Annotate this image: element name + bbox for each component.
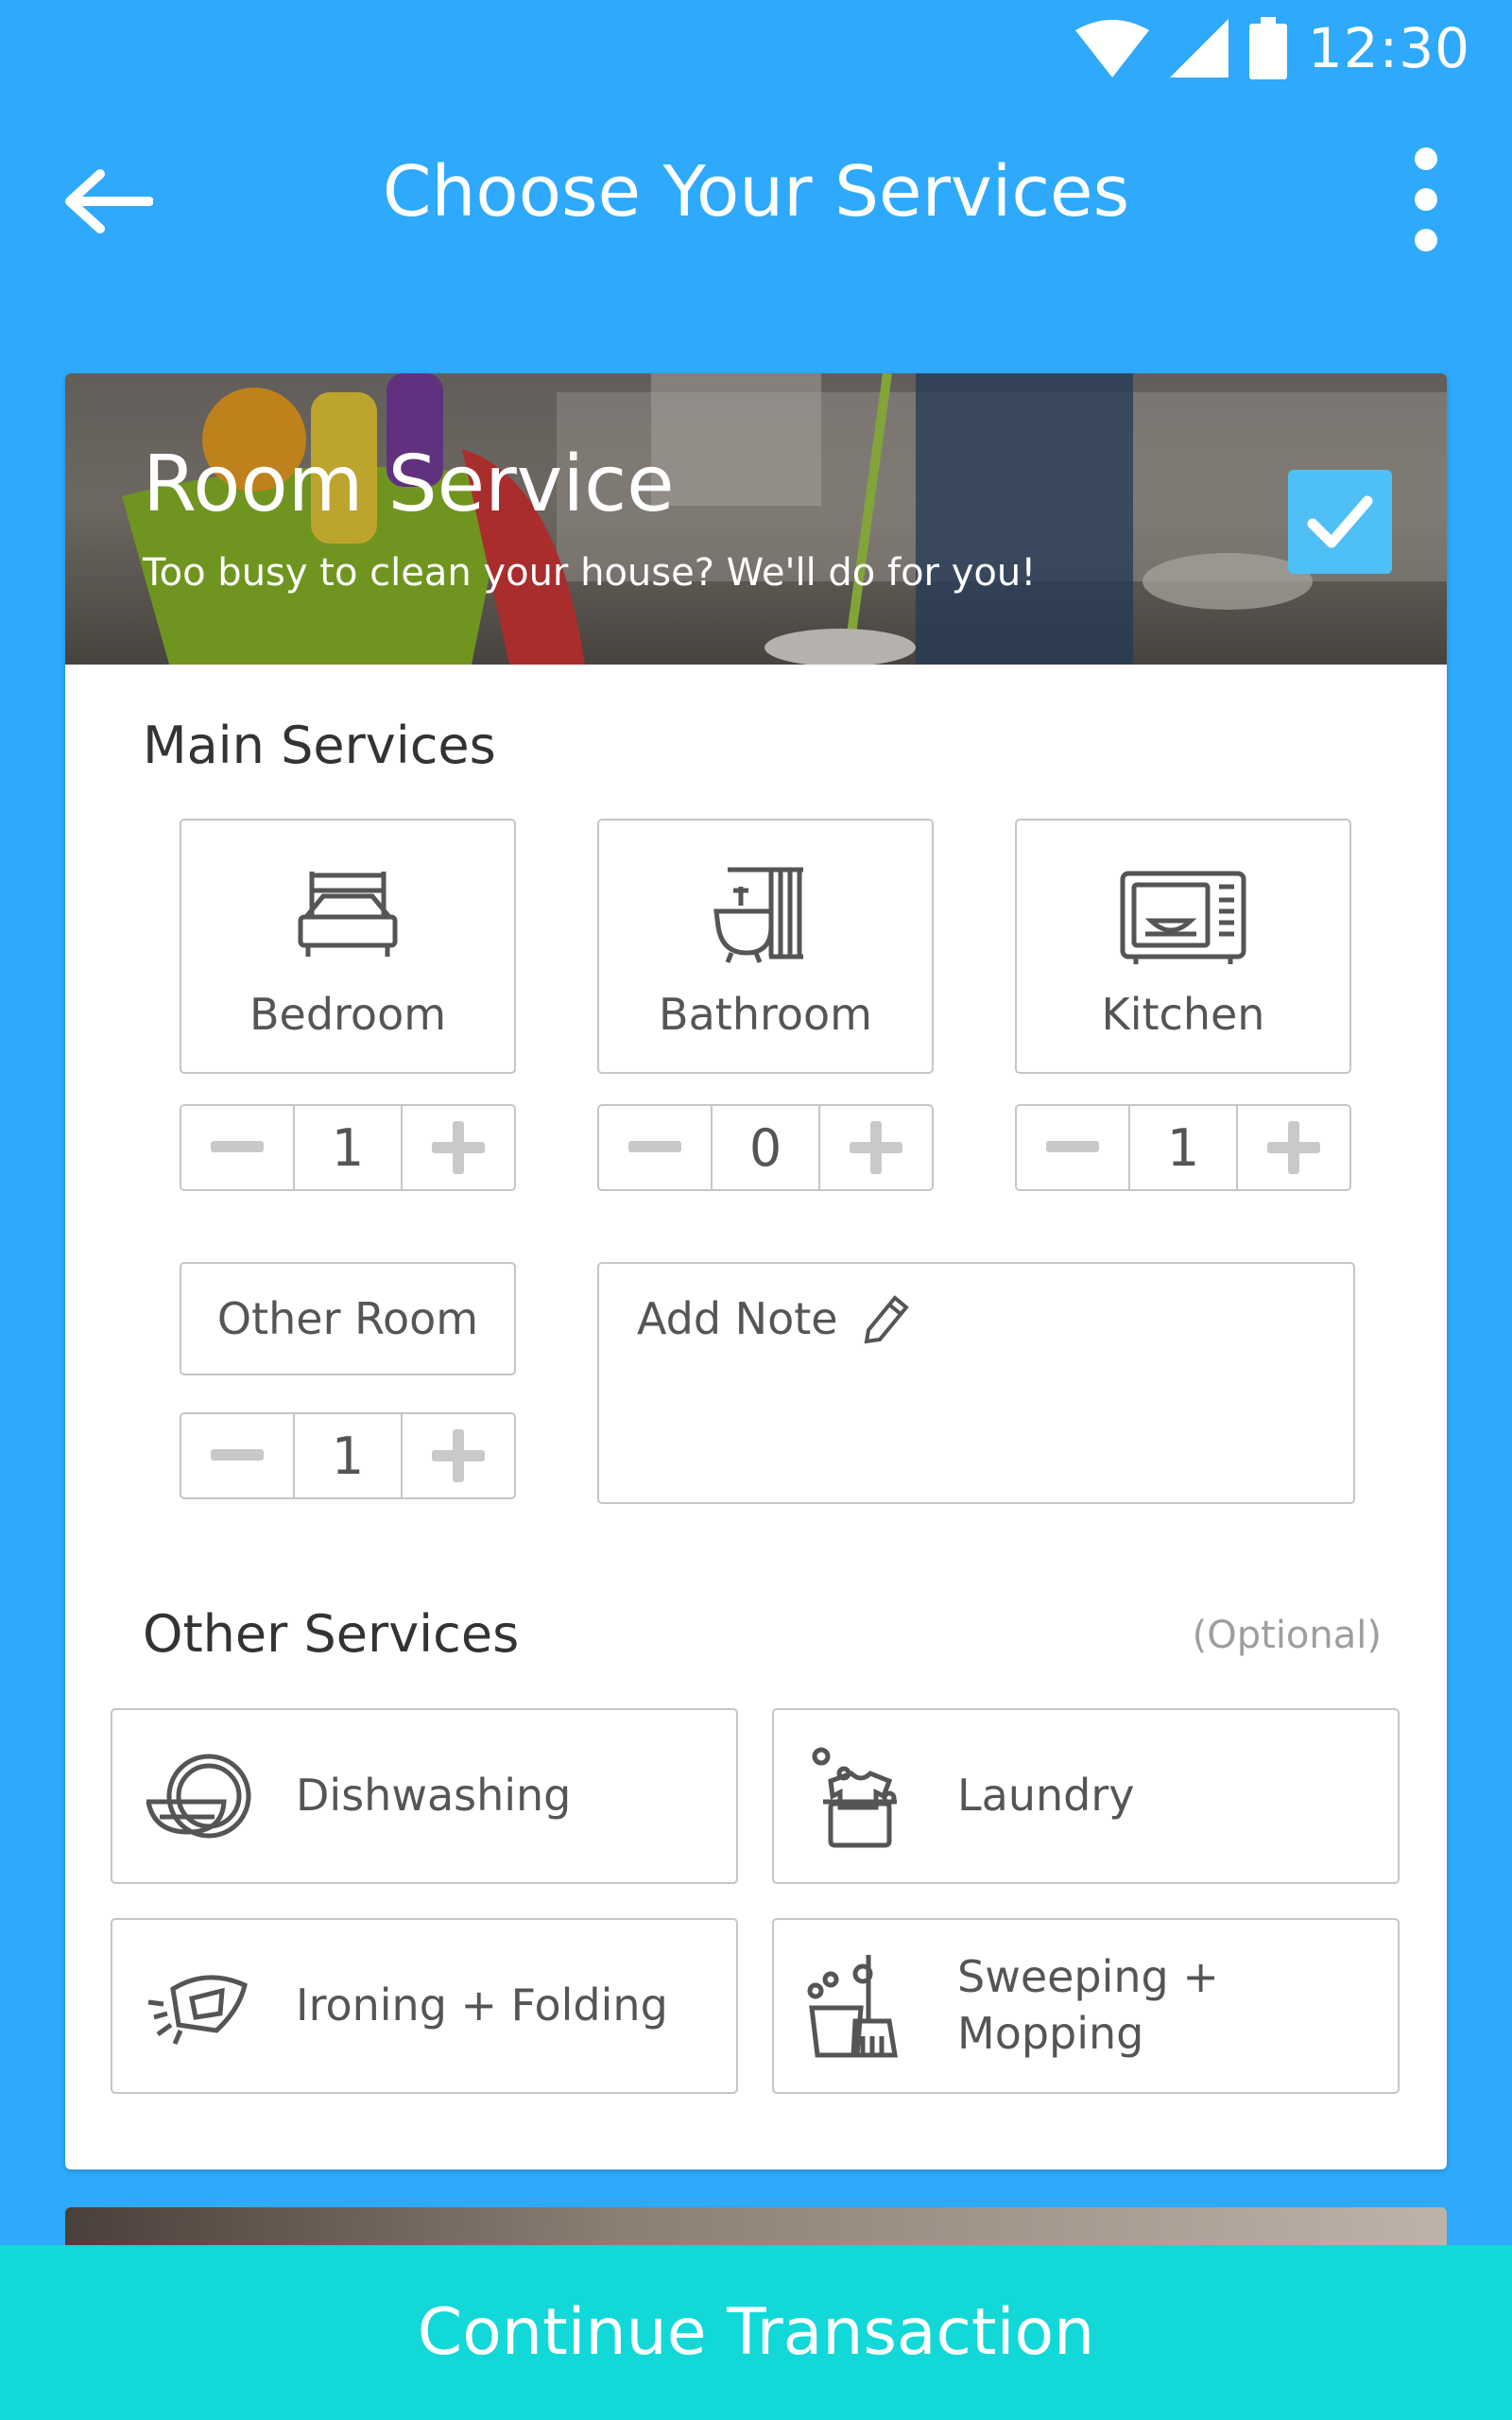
status-time: 12:30: [1307, 16, 1470, 80]
checkmark-icon: [1307, 495, 1373, 548]
bedroom-tile[interactable]: Bedroom: [180, 819, 516, 1074]
room-service-card: Room Service Too busy to clean your hous…: [65, 373, 1447, 2169]
service-sweeping-mopping[interactable]: Sweeping + Mopping: [772, 1918, 1400, 2094]
status-bar: 12:30: [0, 0, 1512, 95]
wifi-icon: [1074, 20, 1149, 78]
menu-dot: [1415, 188, 1437, 211]
room-service-subtitle: Too busy to clean your house? We'll do f…: [143, 551, 1037, 595]
other-room-count: 1: [293, 1414, 403, 1497]
cellular-signal-icon: [1169, 19, 1228, 78]
bathroom-decrement-button[interactable]: [599, 1106, 711, 1189]
plus-icon: [432, 1429, 485, 1482]
laundry-icon: [812, 1747, 897, 1848]
other-room-decrement-button[interactable]: [181, 1414, 293, 1497]
menu-dot: [1415, 229, 1437, 251]
room-service-header[interactable]: Room Service Too busy to clean your hous…: [65, 373, 1447, 665]
kitchen-label: Kitchen: [1101, 989, 1265, 1040]
minus-icon: [628, 1141, 681, 1152]
minus-icon: [211, 1141, 264, 1152]
plus-icon: [850, 1121, 902, 1174]
service-dishwashing[interactable]: Dishwashing: [111, 1708, 738, 1884]
bedroom-increment-button[interactable]: [403, 1106, 514, 1189]
bedroom-decrement-button[interactable]: [181, 1106, 293, 1189]
service-label: Sweeping + Mopping: [957, 1951, 1219, 2059]
optional-label: (Optional): [1192, 1614, 1382, 1657]
app-bar: Choose Your Services: [0, 104, 1512, 284]
kitchen-count: 1: [1128, 1106, 1238, 1189]
continue-transaction-button[interactable]: Continue Transaction: [0, 2245, 1512, 2420]
service-ironing-folding[interactable]: Ironing + Folding: [111, 1918, 738, 2094]
bathroom-count: 0: [711, 1106, 820, 1189]
iron-icon: [147, 1975, 248, 2045]
bathtub-icon: [713, 867, 803, 963]
microwave-icon: [1120, 871, 1246, 964]
plus-icon: [1267, 1121, 1320, 1174]
kitchen-decrement-button[interactable]: [1017, 1106, 1128, 1189]
bedroom-label: Bedroom: [249, 989, 447, 1040]
other-services-heading: Other Services: [143, 1604, 520, 1664]
plus-icon: [432, 1121, 485, 1174]
bathroom-stepper: 0: [597, 1104, 934, 1191]
main-services-heading: Main Services: [143, 716, 496, 775]
dishes-icon: [146, 1754, 251, 1839]
other-room-stepper: 1: [180, 1412, 516, 1499]
service-label: Dishwashing: [296, 1770, 572, 1822]
add-note-label-row: Add Note: [637, 1292, 910, 1345]
service-label: Laundry: [957, 1770, 1135, 1822]
bathroom-tile[interactable]: Bathroom: [597, 819, 934, 1074]
kitchen-stepper: 1: [1015, 1104, 1351, 1191]
bed-icon: [298, 872, 398, 957]
battery-icon: [1248, 17, 1287, 79]
add-note-label: Add Note: [637, 1293, 838, 1344]
broom-icon: [807, 1955, 898, 2058]
menu-dot: [1415, 147, 1437, 170]
other-room-increment-button[interactable]: [403, 1414, 514, 1497]
page-title: Choose Your Services: [382, 151, 1130, 233]
overflow-menu-button[interactable]: [1393, 147, 1459, 251]
bedroom-stepper: 1: [180, 1104, 516, 1191]
kitchen-tile[interactable]: Kitchen: [1015, 819, 1351, 1074]
other-room-tile[interactable]: Other Room: [180, 1262, 516, 1375]
bathroom-label: Bathroom: [659, 989, 872, 1040]
room-service-title: Room Service: [143, 440, 675, 529]
bedroom-count: 1: [293, 1106, 403, 1189]
service-label: Ironing + Folding: [296, 1979, 668, 2031]
minus-icon: [211, 1449, 264, 1461]
room-service-checkbox[interactable]: [1288, 470, 1392, 574]
minus-icon: [1046, 1141, 1099, 1152]
kitchen-increment-button[interactable]: [1238, 1106, 1349, 1189]
pencil-icon: [864, 1295, 909, 1344]
add-note-field[interactable]: Add Note: [597, 1262, 1355, 1504]
status-icons: 12:30: [1074, 15, 1470, 81]
bathroom-increment-button[interactable]: [820, 1106, 932, 1189]
service-laundry[interactable]: Laundry: [772, 1708, 1400, 1884]
